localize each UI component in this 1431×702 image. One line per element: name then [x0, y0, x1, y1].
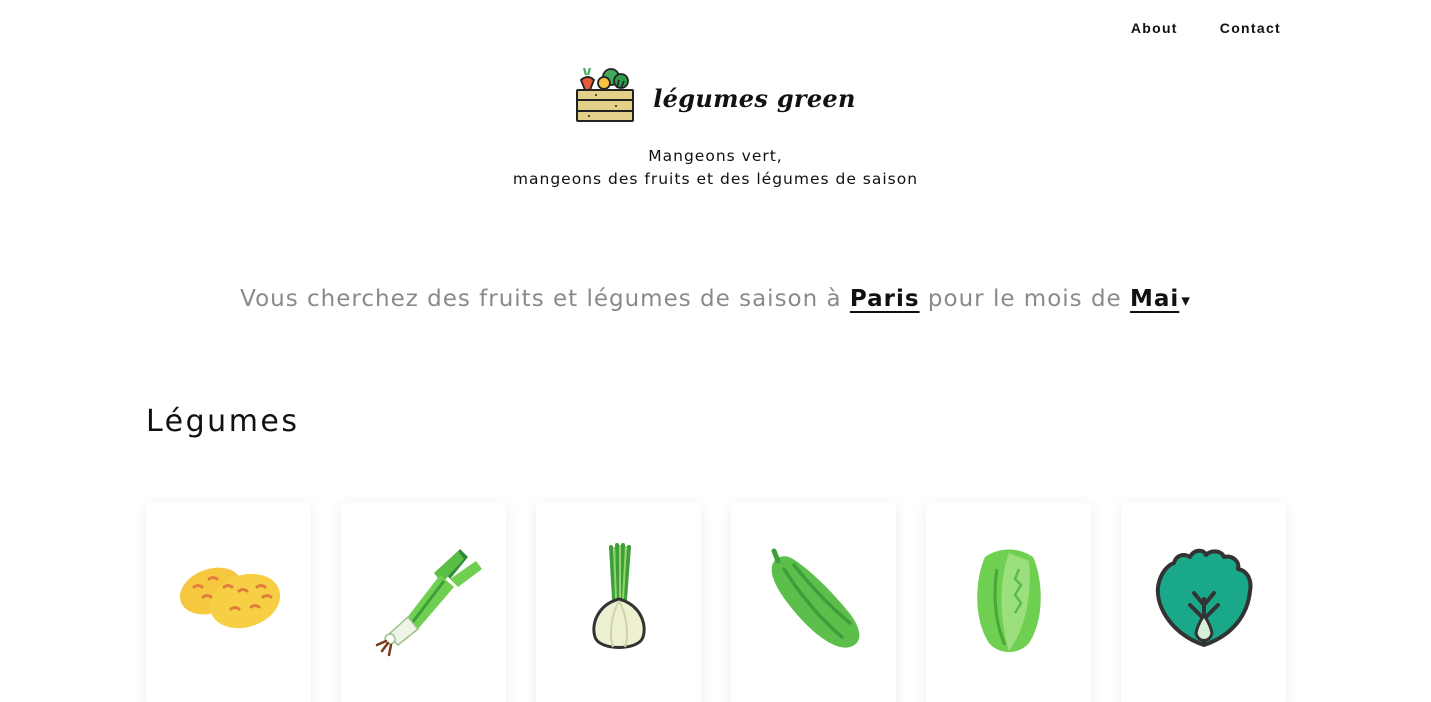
spring-onion-icon [591, 543, 646, 649]
vegetable-card-potato[interactable] [146, 503, 311, 702]
season-search-sentence: Vous cherchez des fruits et légumes de s… [0, 286, 1431, 312]
month-selector[interactable]: Mai [1130, 286, 1179, 312]
top-nav: About Contact [1131, 20, 1281, 36]
vegetable-card-leek[interactable] [341, 503, 506, 702]
nav-contact-link[interactable]: Contact [1220, 20, 1281, 36]
vegetable-crate-icon [576, 67, 635, 122]
lettuce-icon [976, 549, 1041, 652]
search-middle: pour le mois de [927, 286, 1122, 312]
vegetable-cards [146, 503, 1286, 702]
vegetable-card-lettuce[interactable] [926, 503, 1091, 702]
brand-name: légumes green [653, 83, 856, 113]
leek-icon [375, 549, 482, 657]
cucumber-icon [771, 548, 859, 648]
tagline: Mangeons vert, mangeons des fruits et de… [0, 145, 1431, 191]
potato-icon [179, 567, 280, 629]
brand[interactable]: légumes green [0, 64, 1431, 124]
search-prefix: Vous cherchez des fruits et légumes de s… [240, 286, 842, 312]
tagline-line-2: mangeons des fruits et des légumes de sa… [512, 170, 919, 188]
spinach-icon [1155, 548, 1252, 647]
vegetable-card-cucumber[interactable] [731, 503, 896, 702]
city-selector[interactable]: Paris [850, 286, 920, 312]
vegetable-card-spring-onion[interactable] [536, 503, 701, 702]
caret-down-icon[interactable]: ▾ [1181, 291, 1191, 311]
section-title-legumes: Légumes [146, 404, 300, 439]
vegetable-card-spinach[interactable] [1121, 503, 1286, 702]
tagline-line-1: Mangeons vert, [648, 147, 783, 165]
nav-about-link[interactable]: About [1131, 20, 1178, 36]
